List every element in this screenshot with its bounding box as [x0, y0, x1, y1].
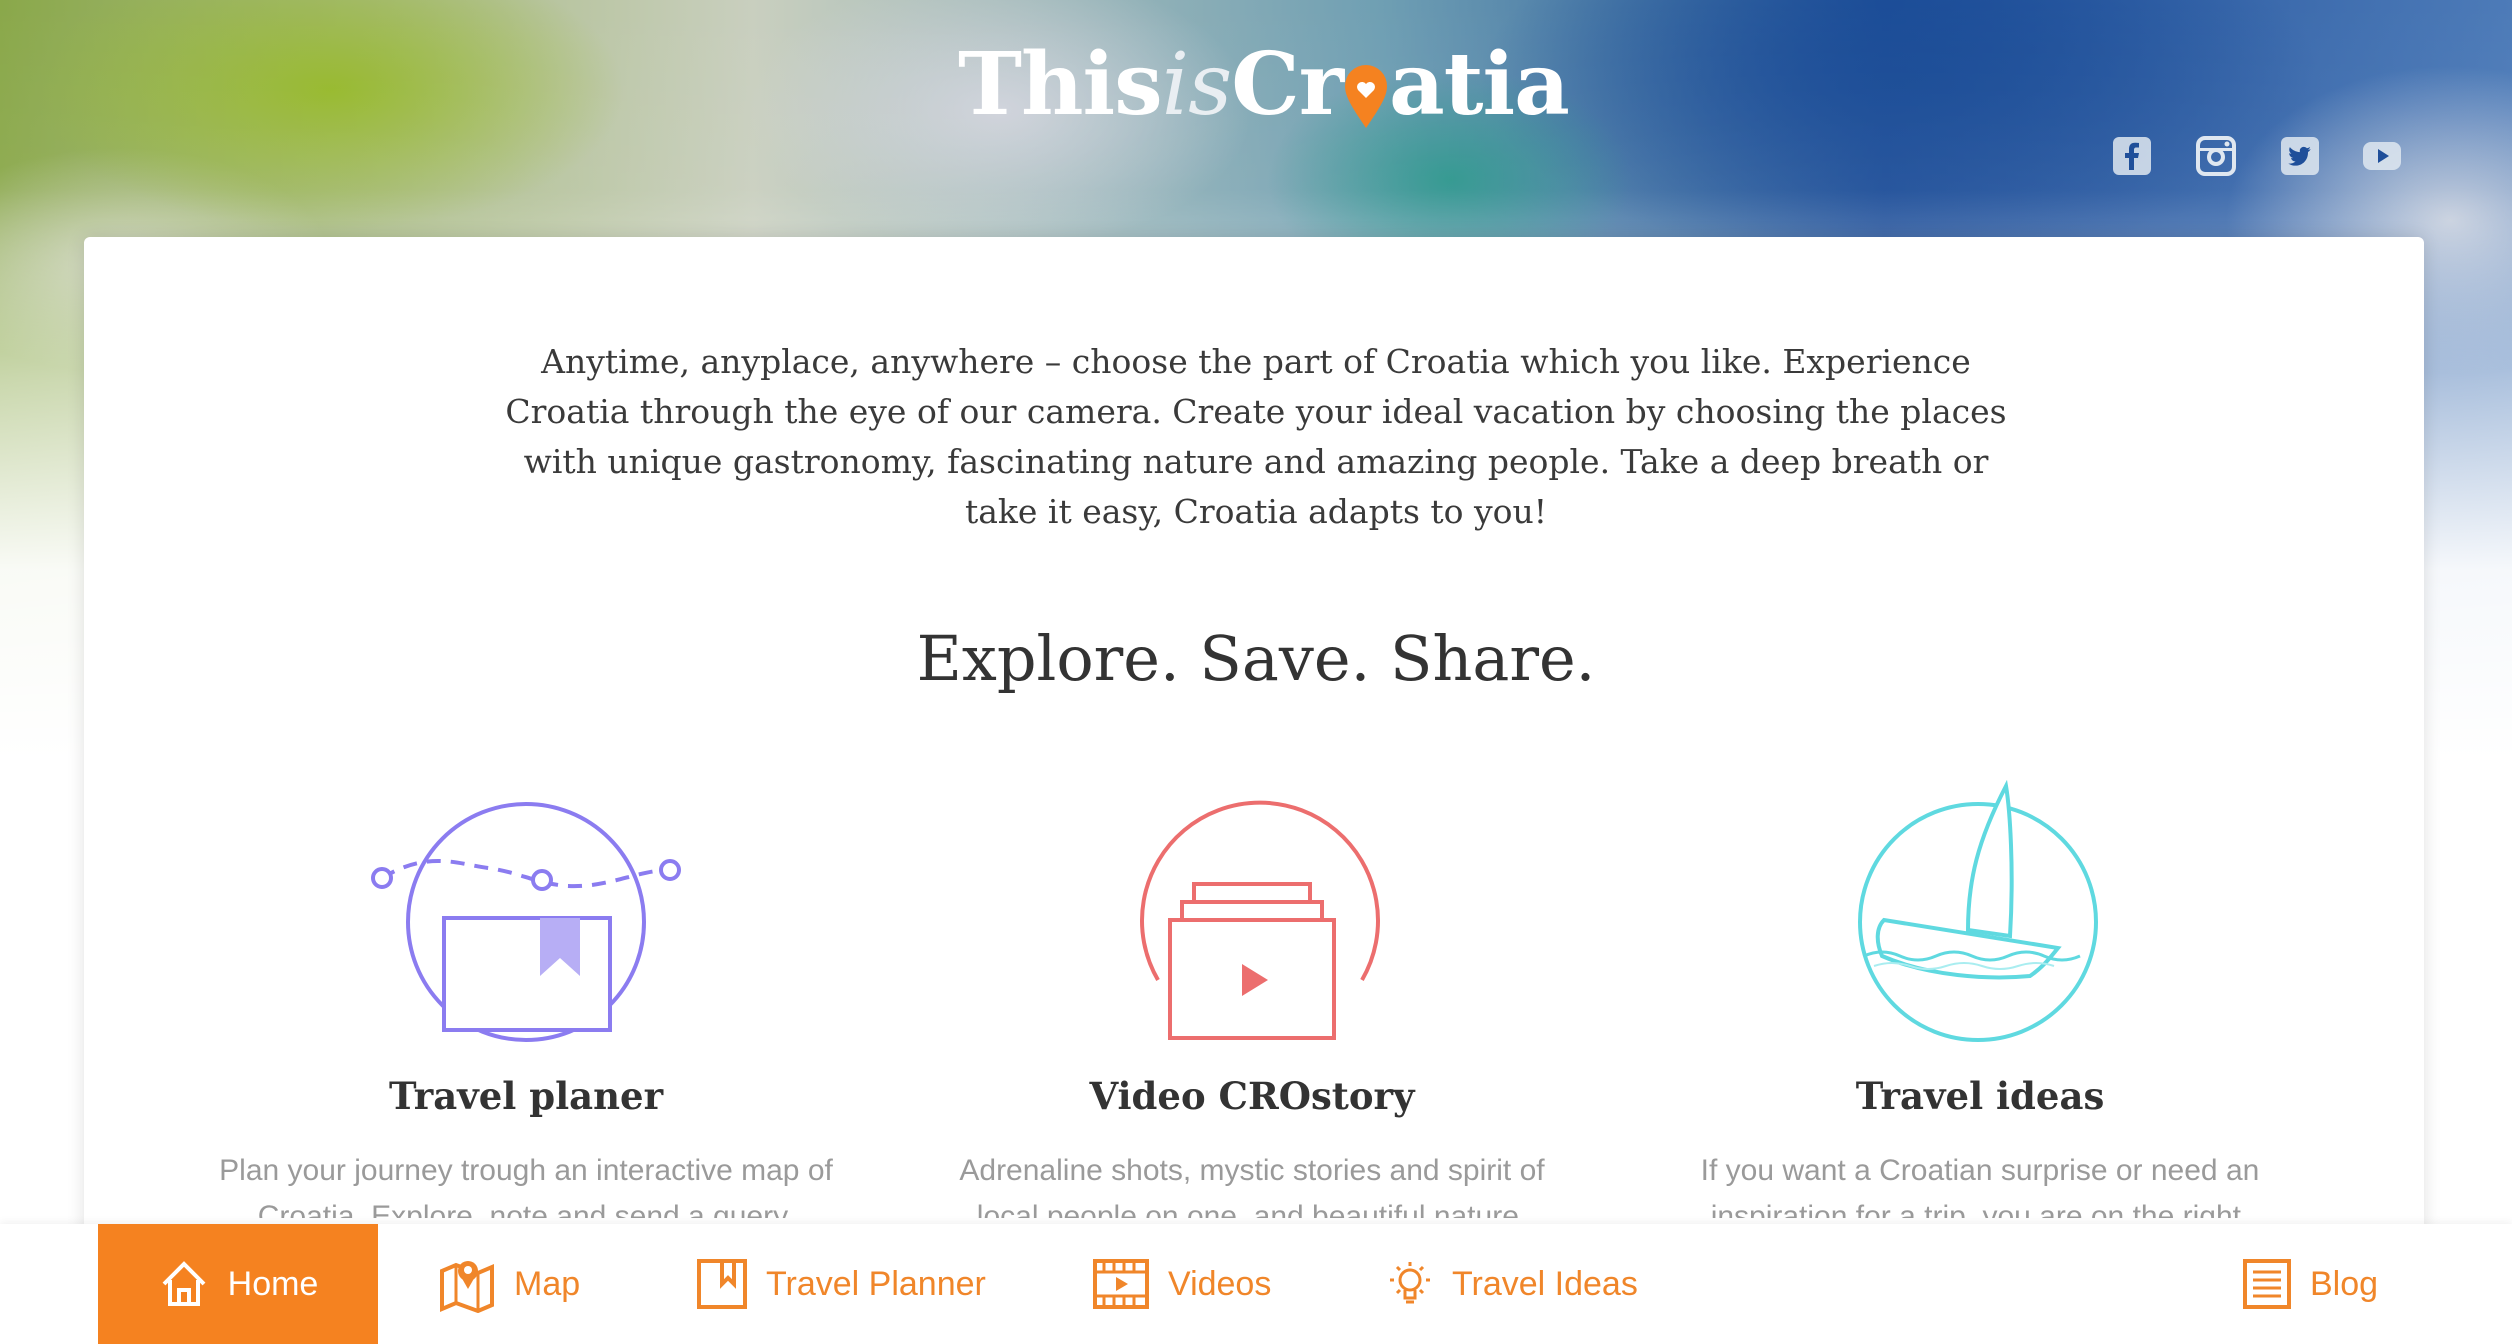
nav-videos-label: Videos	[1168, 1264, 1272, 1303]
youtube-icon[interactable]	[2362, 136, 2402, 176]
feature-desc-video-crostory: Adrenaline shots, mystic stories and spi…	[959, 1154, 1545, 1218]
film-icon	[1093, 1259, 1149, 1309]
nav-travel-planner[interactable]: Travel Planner	[696, 1224, 986, 1344]
nav-map[interactable]: Map	[438, 1224, 580, 1344]
home-icon	[162, 1261, 206, 1306]
sailboat-icon[interactable]	[1818, 779, 2138, 1050]
feature-desc-travel-planer: Plan your journey trough an interactive …	[219, 1154, 833, 1218]
bottom-navbar: Home Map Travel Planner Videos Travel Id…	[0, 1224, 2512, 1344]
map-icon	[440, 1261, 494, 1313]
feature-title-travel-planer[interactable]: Travel planer	[176, 1074, 876, 1118]
nav-blog[interactable]: Blog	[2242, 1224, 2378, 1344]
nav-home-label: Home	[227, 1264, 319, 1303]
page-headline: Explore. Save. Share.	[916, 622, 1596, 695]
nav-travel-planner-label: Travel Planner	[766, 1264, 986, 1303]
nav-map-label: Map	[514, 1264, 581, 1303]
site-logo[interactable]: ThisisCr atia	[958, 30, 1570, 140]
logo-text-is: is	[1161, 35, 1233, 135]
location-pin-icon	[1341, 52, 1391, 132]
document-icon	[2243, 1259, 2291, 1309]
twitter-icon[interactable]	[2280, 136, 2320, 176]
feature-title-travel-ideas[interactable]: Travel ideas	[1630, 1074, 2330, 1118]
nav-travel-ideas[interactable]: Travel Ideas	[1386, 1224, 1638, 1344]
instagram-icon[interactable]	[2196, 136, 2236, 176]
feature-desc-travel-ideas: If you want a Croatian surprise or need …	[1700, 1154, 2260, 1218]
logo-text-cr: Cr	[1231, 34, 1344, 135]
facebook-icon[interactable]	[2112, 136, 2152, 176]
intro-text: Anytime, anyplace, anywhere – choose the…	[505, 342, 2007, 531]
travel-planner-icon[interactable]	[368, 780, 688, 1050]
nav-travel-ideas-label: Travel Ideas	[1452, 1264, 1638, 1303]
nav-home[interactable]: Home	[98, 1224, 378, 1344]
logo-text-this: This	[958, 34, 1163, 135]
nav-blog-label: Blog	[2310, 1264, 2379, 1303]
logo-text-atia: atia	[1389, 34, 1570, 135]
bookmark-icon	[697, 1259, 747, 1309]
lightbulb-icon	[1390, 1262, 1430, 1304]
nav-videos[interactable]: Videos	[1092, 1224, 1271, 1344]
video-icon[interactable]	[1092, 780, 1412, 1050]
feature-title-video-crostory[interactable]: Video CROstory	[902, 1074, 1602, 1118]
